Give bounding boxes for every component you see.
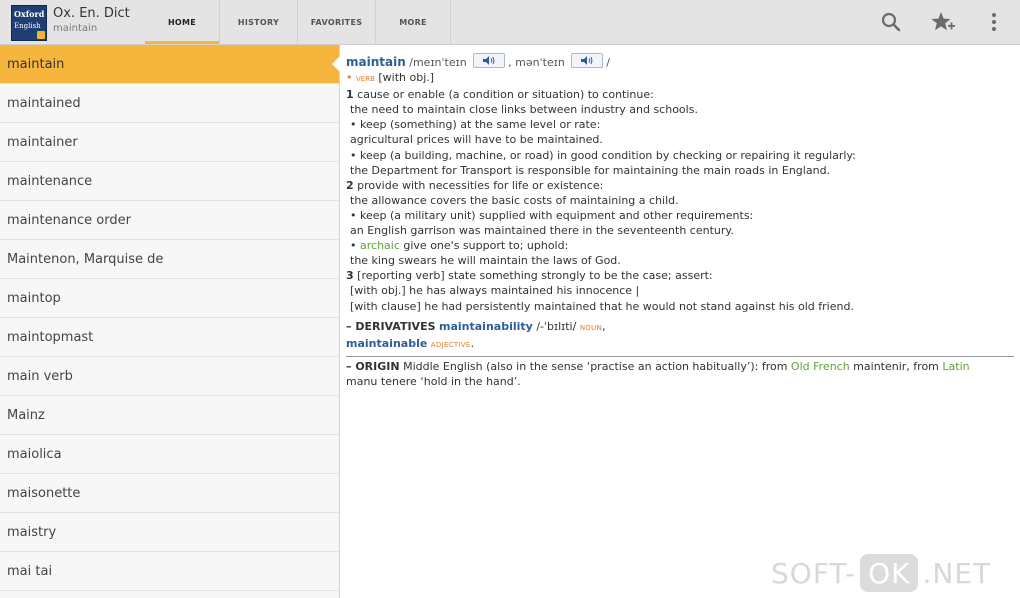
sense-example: [with clause] he had persistently mainta… [350,299,854,313]
tab-favorites[interactable]: FAVORITES [298,0,376,44]
derivative-link[interactable]: maintainability [439,320,533,333]
word-list-item[interactable]: maintenance order [0,201,339,240]
current-word-subtitle: maintain [53,23,98,34]
word-list-item[interactable]: main verb [0,357,339,396]
overflow-menu-icon[interactable] [980,8,1008,36]
pronunciation-2: mənˈteɪn [515,56,565,69]
speaker-icon [483,56,495,65]
word-list-item[interactable]: maintenance [0,162,339,201]
word-list-item[interactable]: maintopmast [0,318,339,357]
watermark-ok: OK [860,554,919,592]
word-list-item-selected[interactable]: maintain [0,45,340,84]
logo-text-line2: English [14,22,41,30]
subsense-bullet: • [350,239,357,253]
origin-link-old-french[interactable]: Old French [791,360,850,373]
play-audio-us-button[interactable] [571,53,604,68]
logo-badge [37,31,45,39]
play-audio-uk-button[interactable] [473,53,506,68]
sense-definition: cause or enable (a condition or situatio… [357,88,654,102]
dictionary-entry: maintain /meɪnˈteɪn , mənˈteɪn / • VERB … [346,53,1014,389]
entry-header-line: maintain /meɪnˈteɪn , mənˈteɪn / [346,53,1014,70]
logo-text-line1: Oxford [14,9,45,19]
tab-history[interactable]: HISTORY [220,0,298,44]
derivatives-label: – DERIVATIVES [346,319,436,333]
word-list-item[interactable]: maisonette [0,474,339,513]
subsense-definition: • keep (a military unit) supplied with e… [350,208,754,222]
sense-definition: [reporting verb] state something strongl… [357,269,713,283]
derivative-pronunciation: /-ˈbɪlɪti/ [532,319,580,333]
origin-text-cont: manu tenere ‘hold in the hand’. [346,374,521,388]
pronunciation-end: / [606,56,611,69]
grammar-note: [with obj.] [378,71,435,85]
word-list-item[interactable]: maintop [0,279,339,318]
watermark-right: .NET [922,556,992,590]
sense-1: 1 cause or enable (a condition or situat… [346,87,1014,102]
derivative-pos: ADJECTIVE [430,340,471,349]
word-list-item[interactable]: maiolica [0,435,339,474]
search-icon[interactable] [877,8,905,36]
origin-text: maintenir, from [849,359,943,373]
origin-label: – ORIGIN [346,359,400,373]
word-list-item[interactable]: mai tai [0,552,339,591]
sense-example: the need to maintain close links between… [350,103,698,117]
derivatives-line-2: maintainable ADJECTIVE. [346,336,1014,353]
origin-link-latin[interactable]: Latin [942,360,969,373]
pronunciation-1: /meɪnˈteɪn [409,56,467,69]
tab-bar: HOME HISTORY FAVORITES MORE [145,0,451,44]
watermark-left: SOFT- [771,556,857,590]
sense-example: [with obj.] he has always maintained his… [350,284,640,298]
register-label: archaic [360,239,400,253]
derivative-link[interactable]: maintainable [346,337,427,350]
headword: maintain [346,55,406,69]
word-list[interactable]: maintain maintained maintainer maintenan… [0,45,340,598]
add-favorite-star-icon[interactable] [929,8,957,36]
word-list-item[interactable]: maintained [0,84,339,123]
sense-example: the king swears he will maintain the law… [350,254,621,268]
derivatives-line: – DERIVATIVES maintainability /-ˈbɪlɪti/… [346,319,1014,336]
sense-3: 3 [reporting verb] state something stron… [346,268,1014,283]
word-list-item[interactable]: Mainz [0,396,339,435]
sense-example: the Department for Transport is responsi… [350,163,831,177]
section-divider [346,355,1014,357]
part-of-speech: VERB [356,75,375,84]
tab-home[interactable]: HOME [145,0,220,44]
sense-example: the allowance covers the basic costs of … [350,193,679,207]
sense-2: 2 provide with necessities for life or e… [346,178,1014,193]
subsense-archaic: • archaic give one's support to; uphold: [346,238,1014,253]
pos-bullet: • [346,71,353,85]
word-list-item[interactable]: maistry [0,513,339,552]
sense-example: agricultural prices will have to be main… [350,133,603,147]
origin-line: – ORIGIN Middle English (also in the sen… [346,359,1014,374]
sense-number: 1 [346,88,354,102]
derivative-separator: , [602,319,606,333]
subsense-definition: • keep (something) at the same level or … [350,118,601,132]
app-title: Ox. En. Dict [53,6,130,21]
app-logo[interactable]: Oxford English [11,5,47,41]
subsense-definition: • keep (a building, machine, or road) in… [350,148,856,162]
sense-example: an English garrison was maintained there… [350,224,734,238]
sense-number: 3 [346,269,354,283]
watermark: SOFT- OK .NET [771,553,991,593]
action-bar: Oxford English Ox. En. Dict maintain HOM… [0,0,1020,45]
speaker-icon [581,56,593,65]
word-list-item[interactable]: maintainer [0,123,339,162]
derivative-pos: NOUN [579,323,603,332]
origin-text: Middle English (also in the sense ‘pract… [399,359,791,373]
word-list-item[interactable]: Maintenon, Marquise de [0,240,339,279]
subsense-definition: give one's support to; uphold: [399,239,569,253]
sense-definition: provide with necessities for life or exi… [357,178,604,192]
sense-number: 2 [346,178,354,192]
pos-line: • VERB [with obj.] [346,70,1014,87]
derivative-end: . [470,336,475,350]
tab-more[interactable]: MORE [376,0,451,44]
